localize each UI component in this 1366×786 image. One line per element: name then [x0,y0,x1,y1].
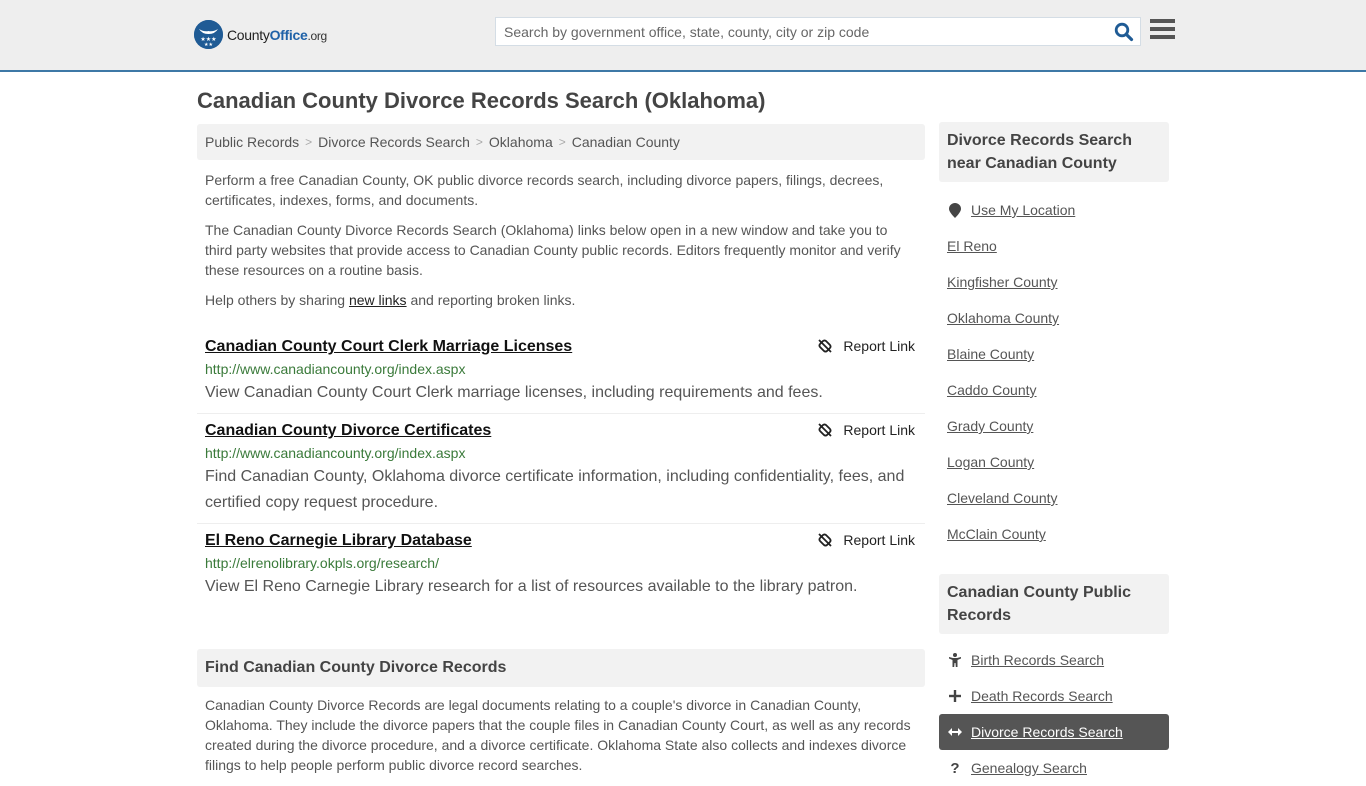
nearby-item: Grady County [939,408,1169,444]
resource-link-description: Find Canadian County, Oklahoma divorce c… [205,468,905,511]
resource-link-item: Canadian County Divorce Certificates htt… [197,414,925,524]
report-link-label: Report Link [843,338,915,354]
eagle-badge-icon: ★★★ ★★ [194,20,223,49]
public-records-item: Birth Records Search [939,642,1169,678]
resource-link-url: http://www.canadiancounty.org/index.aspx [205,361,466,377]
breadcrumb-canadian-county[interactable]: Canadian County [572,134,680,150]
logo-text: CountyOffice.org [227,26,327,43]
nearby-link-blaine-county[interactable]: Blaine County [947,346,1034,362]
resource-link-description: View El Reno Carnegie Library research f… [205,578,858,595]
nearby-item: Logan County [939,444,1169,480]
left-right-arrow-icon [947,727,963,737]
nearby-link-oklahoma-county[interactable]: Oklahoma County [947,310,1059,326]
public-records-item-active: Divorce Records Search [939,714,1169,750]
intro-paragraph: Perform a free Canadian County, OK publi… [205,172,884,208]
death-records-link[interactable]: Death Records Search [971,688,1113,704]
nearby-list: Use My Location El Reno Kingfisher Count… [939,192,1169,552]
nearby-heading: Divorce Records Search near Canadian Cou… [939,122,1169,182]
breadcrumb-separator: > [305,135,313,149]
breadcrumb-public-records[interactable]: Public Records [205,134,299,150]
report-link-label: Report Link [843,532,915,548]
broken-link-icon [818,339,833,353]
find-records-body: Canadian County Divorce Records are lega… [205,697,911,773]
resource-link-item: El Reno Carnegie Library Database http:/… [197,524,925,607]
nearby-link-mcclain-county[interactable]: McClain County [947,526,1046,542]
search-input[interactable] [496,18,1106,45]
birth-records-link[interactable]: Birth Records Search [971,652,1104,668]
new-links-link[interactable]: new links [349,292,407,308]
resource-links-list: Canadian County Court Clerk Marriage Lic… [197,330,925,607]
breadcrumb-separator: > [558,135,566,149]
resource-link-description: View Canadian County Court Clerk marriag… [205,384,823,401]
report-link-button[interactable]: Report Link [817,338,915,354]
report-link-label: Report Link [843,422,915,438]
search-icon[interactable] [1114,22,1134,42]
site-logo[interactable]: ★★★ ★★ CountyOffice.org [194,20,327,49]
resource-link-title[interactable]: Canadian County Court Clerk Marriage Lic… [205,336,572,358]
nearby-link-caddo-county[interactable]: Caddo County [947,382,1037,398]
breadcrumb-separator: > [475,135,483,149]
breadcrumb: Public Records > Divorce Records Search … [197,124,925,160]
page-title: Canadian County Divorce Records Search (… [197,88,766,113]
report-link-button[interactable]: Report Link [817,532,915,548]
nearby-item: McClain County [939,516,1169,552]
nearby-item: El Reno [939,228,1169,264]
public-records-list: Birth Records Search Death Records Searc… [939,642,1169,786]
nearby-link-logan-county[interactable]: Logan County [947,454,1034,470]
breadcrumb-divorce-records-search[interactable]: Divorce Records Search [318,134,470,150]
public-records-heading: Canadian County Public Records [939,574,1169,634]
question-icon: ? [950,759,960,777]
divorce-records-link[interactable]: Divorce Records Search [971,724,1123,740]
broken-link-icon [818,423,833,437]
nearby-item: Cleveland County [939,480,1169,516]
sidebar: Divorce Records Search near Canadian Cou… [939,122,1169,786]
top-header: ★★★ ★★ CountyOffice.org [0,0,1366,72]
breadcrumb-oklahoma[interactable]: Oklahoma [489,134,553,150]
nearby-item: Kingfisher County [939,264,1169,300]
hamburger-menu-icon[interactable] [1150,19,1175,41]
svg-text:★★: ★★ [204,42,213,48]
intro-paragraph: The Canadian County Divorce Records Sear… [205,222,901,278]
resource-link-url: http://elrenolibrary.okpls.org/research/ [205,555,439,571]
resource-link-item: Canadian County Court Clerk Marriage Lic… [197,330,925,414]
nearby-link-kingfisher-county[interactable]: Kingfisher County [947,274,1058,290]
main-content: Public Records > Divorce Records Search … [197,124,925,775]
search-box [495,17,1141,46]
public-records-item: ? Genealogy Search [939,750,1169,786]
nearby-item: Blaine County [939,336,1169,372]
map-pin-icon [947,202,963,218]
use-my-location-link[interactable]: Use My Location [971,202,1075,218]
report-link-button[interactable]: Report Link [817,422,915,438]
nearby-link-el-reno[interactable]: El Reno [947,238,997,254]
plus-cross-icon [947,690,963,702]
resource-link-title[interactable]: Canadian County Divorce Certificates [205,420,491,442]
resource-link-title[interactable]: El Reno Carnegie Library Database [205,530,472,552]
resource-link-url: http://www.canadiancounty.org/index.aspx [205,445,466,461]
intro: Perform a free Canadian County, OK publi… [197,170,925,310]
find-records-heading: Find Canadian County Divorce Records [197,649,925,687]
nearby-link-grady-county[interactable]: Grady County [947,418,1033,434]
share-paragraph: Help others by sharing new links and rep… [205,292,576,308]
public-records-item: Death Records Search [939,678,1169,714]
child-icon [947,653,963,667]
broken-link-icon [818,533,833,547]
use-my-location-item: Use My Location [939,192,1169,228]
nearby-item: Oklahoma County [939,300,1169,336]
nearby-item: Caddo County [939,372,1169,408]
nearby-link-cleveland-county[interactable]: Cleveland County [947,490,1058,506]
genealogy-search-link[interactable]: Genealogy Search [971,760,1087,776]
